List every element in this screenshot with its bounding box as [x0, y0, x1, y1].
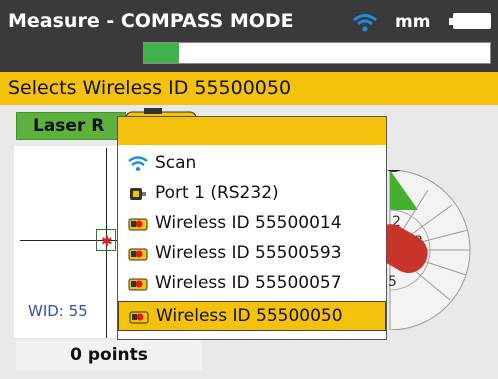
status-text: Selects Wireless ID 55500050	[8, 77, 292, 99]
sensor-icon	[128, 218, 148, 231]
points-counter: 0 points	[16, 340, 202, 370]
menu-item-wireless-55500593[interactable]: Wireless ID 55500593	[118, 239, 386, 269]
menu-header	[118, 117, 386, 145]
compass-dial: 2 3 5	[371, 170, 471, 330]
sensor-icon	[128, 248, 148, 261]
laser-point-marker: ✱	[101, 234, 113, 250]
menu-item-label: Wireless ID 55500057	[155, 273, 342, 293]
points-label: 0 points	[70, 345, 148, 365]
menu-item-label: Scan	[155, 153, 197, 173]
menu-item-wireless-55500050[interactable]: Wireless ID 55500050	[118, 301, 386, 331]
battery-icon	[449, 13, 491, 29]
unit-label: mm	[395, 12, 431, 32]
progress-fill	[144, 43, 179, 63]
screen-title: Measure - COMPASS MODE	[8, 10, 294, 32]
menu-item-scan[interactable]: Scan	[118, 149, 386, 179]
laser-button-label: Laser R	[33, 116, 105, 136]
sensor-icon	[129, 311, 149, 324]
menu-item-wireless-55500057[interactable]: Wireless ID 55500057	[118, 269, 386, 299]
menu-item-label: Wireless ID 55500593	[155, 243, 342, 263]
sensor-icon	[128, 278, 148, 291]
sensor-select-menu: Scan Port 1 (RS232) Wireless ID 55500014…	[117, 116, 387, 340]
wid-label: WID: 55	[28, 302, 88, 320]
progress-bar	[143, 42, 491, 64]
laser-button[interactable]: Laser R	[16, 112, 126, 140]
menu-item-label: Port 1 (RS232)	[155, 183, 279, 203]
dial-number-5: 5	[388, 274, 397, 290]
wifi-icon	[128, 156, 148, 171]
menu-item-wireless-55500014[interactable]: Wireless ID 55500014	[118, 209, 386, 239]
wifi-icon	[353, 14, 377, 32]
menu-item-label: Wireless ID 55500050	[156, 306, 343, 326]
menu-item-label: Wireless ID 55500014	[155, 213, 342, 233]
port-icon	[130, 188, 146, 200]
menu-item-port1[interactable]: Port 1 (RS232)	[118, 179, 386, 209]
